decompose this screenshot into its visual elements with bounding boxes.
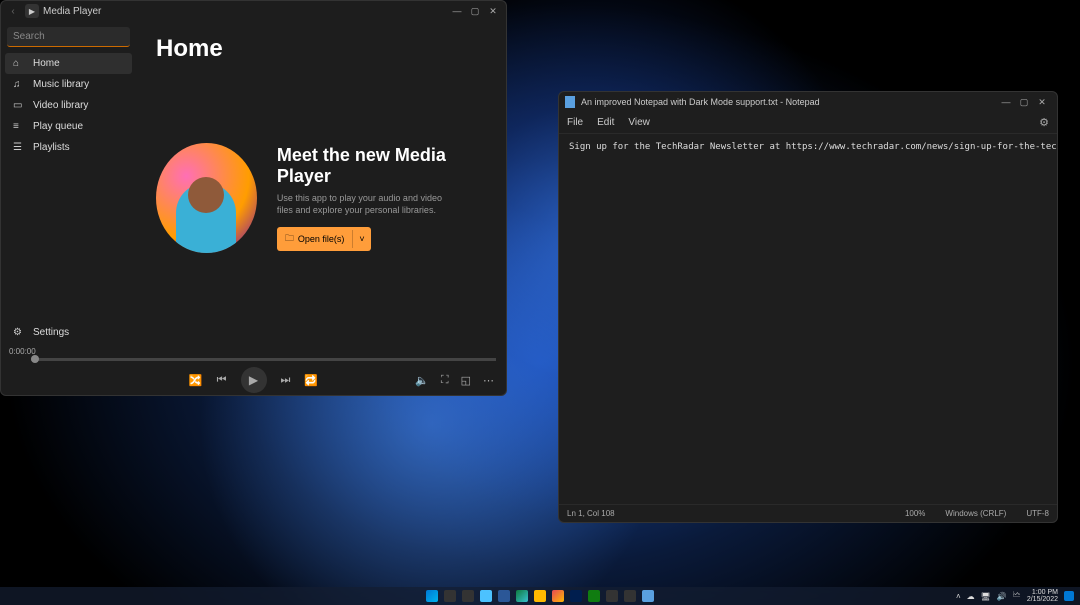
sidebar-item-label: Settings (33, 327, 69, 338)
minimize-button[interactable]: — (997, 97, 1015, 107)
cursor-position: Ln 1, Col 108 (567, 509, 615, 518)
notepad-app-icon (565, 96, 575, 108)
sidebar-item-playlists[interactable]: ☰ Playlists (5, 137, 132, 158)
welcome-hero: Meet the new Media Player Use this app t… (156, 143, 486, 253)
sidebar-item-label: Playlists (33, 142, 70, 153)
media-player-controls-bar: 0:00:00 🔀 ⏮ ▶ ⏭ 🔁 🔈 ⛶ ◱ ⋯ (1, 347, 506, 395)
tray-volume-icon[interactable]: 🔊 (997, 592, 1007, 601)
notepad-window: An improved Notepad with Dark Mode suppo… (558, 91, 1058, 523)
video-icon: ▭ (13, 100, 25, 111)
tray-onedrive-icon[interactable]: ☁ (967, 592, 975, 601)
sidebar-item-label: Video library (33, 100, 88, 111)
fullscreen-button[interactable]: ⛶ (441, 374, 449, 387)
media-player-titlebar: ‹ ▶ Media Player — ▢ ✕ (1, 1, 506, 21)
taskbar: ˄ ☁ 🖥 🔊 🗠 1:00 PM 2/15/2022 (0, 587, 1080, 605)
open-files-dropdown[interactable]: ˅ (352, 230, 370, 248)
notepad-editor[interactable]: Sign up for the TechRadar Newsletter at … (559, 134, 1057, 504)
more-button[interactable]: ⋯ (483, 374, 494, 387)
tray-chevron-icon[interactable]: ˄ (956, 592, 961, 601)
taskbar-app[interactable] (588, 590, 600, 602)
gear-icon[interactable]: ⚙ (1039, 116, 1049, 129)
tray-network-icon[interactable]: 🖥 (981, 592, 991, 601)
taskbar-clock[interactable]: 1:00 PM 2/15/2022 (1027, 589, 1058, 603)
tray-battery-icon[interactable]: 🗠 (1013, 589, 1021, 603)
line-ending: Windows (CRLF) (945, 509, 1006, 518)
encoding: UTF-8 (1026, 509, 1049, 518)
repeat-button[interactable]: 🔁 (304, 374, 318, 387)
start-button[interactable] (426, 590, 438, 602)
sidebar-item-label: Play queue (33, 121, 83, 132)
next-button[interactable]: ⏭ (281, 374, 291, 387)
taskbar-app-store[interactable] (606, 590, 618, 602)
volume-button[interactable]: 🔈 (415, 374, 429, 387)
menu-view[interactable]: View (628, 117, 650, 128)
search-button[interactable] (444, 590, 456, 602)
taskbar-app[interactable] (552, 590, 564, 602)
close-button[interactable]: ✕ (484, 6, 502, 17)
taskbar-app[interactable] (570, 590, 582, 602)
media-player-app-icon: ▶ (25, 4, 39, 18)
notepad-statusbar: Ln 1, Col 108 100% Windows (CRLF) UTF-8 (559, 504, 1057, 522)
search-input[interactable] (7, 27, 130, 47)
media-player-main: Home Meet the new Media Player Use this … (136, 21, 506, 347)
sidebar-item-video-library[interactable]: ▭ Video library (5, 95, 132, 116)
media-player-window: ‹ ▶ Media Player — ▢ ✕ ⌂ Home ♫ Music li… (0, 0, 507, 396)
play-button[interactable]: ▶ (241, 367, 267, 393)
sidebar-item-home[interactable]: ⌂ Home (5, 53, 132, 74)
mini-player-button[interactable]: ◱ (461, 374, 471, 387)
shuffle-button[interactable]: 🔀 (189, 374, 203, 387)
home-icon: ⌂ (13, 58, 25, 69)
sidebar-item-settings[interactable]: ⚙ Settings (5, 322, 132, 343)
minimize-button[interactable]: — (448, 6, 466, 16)
notifications-button[interactable] (1064, 591, 1074, 601)
maximize-button[interactable]: ▢ (466, 6, 484, 17)
sidebar-item-label: Music library (33, 79, 89, 90)
page-title: Home (156, 35, 486, 63)
seek-slider[interactable] (31, 358, 496, 361)
media-player-sidebar: ⌂ Home ♫ Music library ▭ Video library ≡… (1, 21, 136, 347)
taskbar-app-explorer[interactable] (534, 590, 546, 602)
hero-title: Meet the new Media Player (277, 145, 486, 187)
back-icon[interactable]: ‹ (5, 6, 21, 17)
open-files-button[interactable]: 🗀 Open file(s) ˅ (277, 227, 371, 251)
notepad-titlebar: An improved Notepad with Dark Mode suppo… (559, 92, 1057, 112)
music-icon: ♫ (13, 79, 25, 90)
playback-time: 0:00:00 (7, 347, 500, 356)
zoom-level: 100% (905, 509, 925, 518)
previous-button[interactable]: ⏮ (217, 374, 227, 387)
taskbar-app-widgets[interactable] (480, 590, 492, 602)
sidebar-item-play-queue[interactable]: ≡ Play queue (5, 116, 132, 137)
notepad-menubar: File Edit View ⚙ (559, 112, 1057, 134)
menu-edit[interactable]: Edit (597, 117, 614, 128)
menu-file[interactable]: File (567, 117, 583, 128)
sidebar-item-music-library[interactable]: ♫ Music library (5, 74, 132, 95)
sidebar-item-label: Home (33, 58, 60, 69)
playlist-icon: ☰ (13, 142, 25, 153)
taskbar-app-notepad[interactable] (642, 590, 654, 602)
maximize-button[interactable]: ▢ (1015, 97, 1033, 108)
taskbar-app-media-player[interactable] (624, 590, 636, 602)
queue-icon: ≡ (13, 121, 25, 132)
taskbar-app[interactable] (498, 590, 510, 602)
system-tray: ˄ ☁ 🖥 🔊 🗠 1:00 PM 2/15/2022 (956, 589, 1074, 603)
taskbar-app-edge[interactable] (516, 590, 528, 602)
hero-illustration (156, 143, 257, 253)
window-title: An improved Notepad with Dark Mode suppo… (581, 97, 820, 107)
task-view-button[interactable] (462, 590, 474, 602)
folder-icon: 🗀 (285, 231, 294, 247)
window-title: Media Player (43, 6, 101, 17)
gear-icon: ⚙ (13, 327, 25, 338)
hero-description: Use this app to play your audio and vide… (277, 193, 447, 216)
close-button[interactable]: ✕ (1033, 97, 1051, 108)
